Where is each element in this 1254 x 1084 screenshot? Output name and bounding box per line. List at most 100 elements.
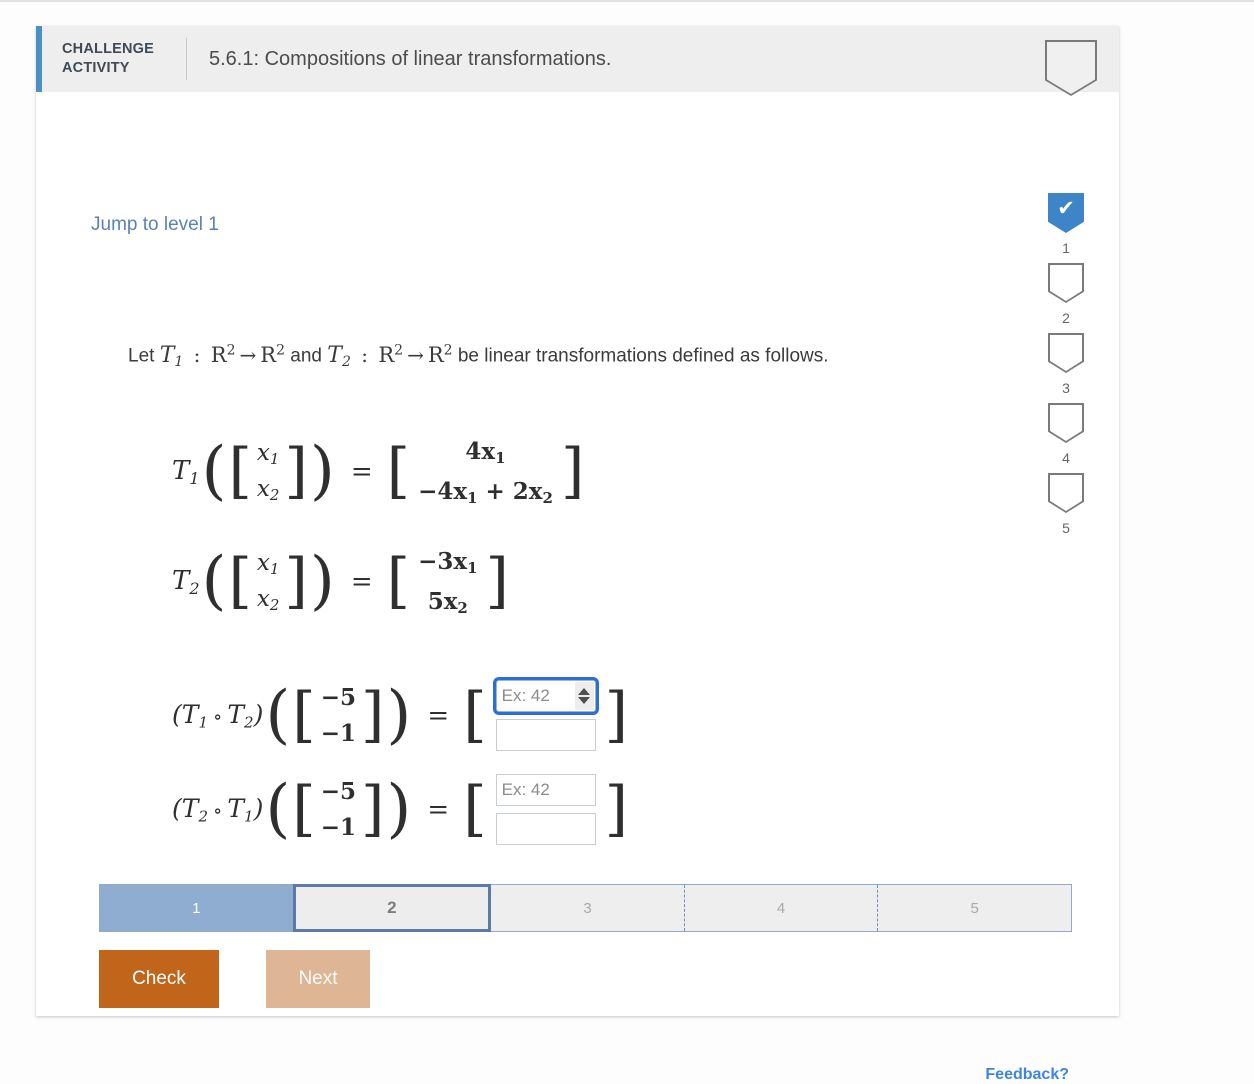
next-button[interactable]: Next (266, 950, 370, 1008)
composition-label: (T2 ∘ T1) (172, 793, 264, 826)
close-paren: ) (309, 433, 335, 508)
check-button[interactable]: Check (99, 950, 219, 1008)
shield-outline-icon (1048, 403, 1084, 443)
intro-codomain-1: R2 (260, 342, 285, 367)
answer-input-2-bottom[interactable] (495, 813, 596, 846)
vector-row: x2 (256, 585, 280, 614)
answer-input-2-top[interactable] (495, 774, 596, 807)
answer-field-1-top-wrapper (495, 680, 596, 713)
t2-argument-vector: x1 x2 (252, 546, 285, 617)
equals-sign: = (350, 566, 373, 597)
problem-statement: Let T1 : R2 → R2 and T2 : R2 → R2 be linear … (128, 342, 829, 370)
intro-arrow-1: → (239, 342, 257, 367)
progress-step-4[interactable]: 4 (683, 885, 878, 931)
level-number: 5 (1062, 520, 1070, 536)
progress-step-2[interactable]: 2 (292, 884, 492, 932)
shield-outline-icon (1045, 40, 1097, 96)
header-accent-bar (36, 26, 42, 92)
intro-colon-1: : (187, 342, 207, 367)
answer-field-1-bottom-wrapper (495, 719, 596, 752)
header-shield-badge (1045, 40, 1097, 96)
result-row: 5x2 (427, 587, 468, 617)
answer-field-2-bottom-wrapper (495, 813, 596, 846)
result-row: 4x1 (465, 438, 506, 468)
level-indicator-5: 5 (1048, 473, 1084, 536)
open-paren: ( (265, 677, 291, 752)
open-paren: ( (201, 433, 227, 508)
answer-inputs-row-1 (487, 680, 605, 752)
t1-argument-vector: x1 x2 (252, 436, 285, 507)
close-paren: ) (386, 771, 412, 846)
progress-step-5[interactable]: 5 (877, 885, 1071, 931)
header-divider (186, 38, 187, 80)
level-number: 2 (1062, 310, 1070, 326)
vector-row: x2 (256, 475, 280, 504)
level-number: 3 (1062, 380, 1070, 396)
level-rail: ✔ 1 2 3 4 5 (1031, 193, 1101, 543)
close-bracket: ] (284, 436, 308, 507)
open-bracket: [ (228, 436, 252, 507)
result-row: −4x1 + 2x2 (418, 477, 553, 507)
level-number: 4 (1062, 450, 1070, 466)
shield-outline-icon (1048, 333, 1084, 373)
intro-and: and (290, 345, 322, 367)
card-header: CHALLENGE ACTIVITY 5.6.1: Compositions o… (36, 26, 1119, 96)
intro-t2: T2 (327, 342, 351, 370)
close-bracket: ] (361, 774, 385, 845)
intro-colon-2: : (354, 342, 375, 367)
progress-step-1[interactable]: 1 (100, 885, 293, 931)
t2-name: T2 (172, 565, 200, 598)
composition-input-vector: −5 −1 (316, 774, 361, 845)
intro-lead: Let (128, 345, 155, 367)
level-indicator-1: ✔ 1 (1048, 193, 1084, 256)
transformation-definition-t2: T2 ( [ x1 x2 ] ) = [ −3x1 5x2 ] (172, 542, 509, 621)
open-bracket: [ (228, 546, 252, 617)
composition-row-t2-t1: (T2∘T1) ( [ −5 −1 ] ) = [ ] (172, 771, 629, 846)
check-icon: ✔ (1048, 193, 1084, 233)
composition-row-t1-t2: (T1 ∘ T2) ( [ −5 −1 ] ) = [Ex: 42] (172, 677, 629, 752)
open-paren: ( (201, 543, 227, 618)
vector-row: x1 (256, 440, 280, 469)
kicker-line-1: CHALLENGE (62, 40, 155, 57)
close-paren: ) (386, 677, 412, 752)
intro-domain-2: R2 (378, 342, 404, 367)
kicker-line-2: ACTIVITY (62, 60, 130, 76)
shield-outline-icon (1048, 473, 1084, 513)
equals-sign: = (427, 700, 450, 731)
level-indicator-3: 3 (1048, 333, 1084, 396)
close-bracket: ] (284, 546, 308, 617)
page-top-rule (0, 0, 1254, 2)
vector-row: −1 (320, 813, 356, 841)
result-row: −3x1 (418, 548, 478, 578)
spinner-down-arrow-icon[interactable] (578, 697, 591, 705)
open-bracket: [ (386, 546, 411, 617)
shield-outline-icon (1048, 263, 1084, 303)
jump-to-level-link[interactable]: Jump to level 1 (91, 214, 219, 236)
answer-inputs-row-2 (487, 774, 605, 846)
answer-field-2-top-wrapper (495, 774, 596, 807)
action-buttons: Check Next (99, 950, 370, 1008)
number-spinner-icon[interactable] (574, 682, 594, 711)
open-bracket: [ (463, 680, 487, 751)
level-indicator-4: 4 (1048, 403, 1084, 466)
composition-input-vector: −5 −1 (316, 680, 361, 751)
open-bracket: [ (463, 774, 487, 845)
close-bracket: ] (604, 680, 629, 751)
card-body: Jump to level 1 ✔ 1 2 3 4 5 Let T1: R2 … (36, 92, 1119, 1083)
t1-name: T1 (172, 455, 200, 488)
vector-row: −1 (320, 719, 356, 747)
spinner-up-arrow-icon[interactable] (578, 688, 591, 696)
close-bracket: ] (604, 774, 629, 845)
equals-sign: = (427, 794, 450, 825)
answer-input-1-bottom[interactable] (495, 719, 596, 752)
progress-step-3[interactable]: 3 (491, 885, 684, 931)
close-bracket: ] (560, 436, 585, 507)
equals-sign: = (350, 456, 373, 487)
intro-tail: be linear transformations defined as fol… (457, 345, 829, 367)
intro-arrow-2: → (407, 342, 424, 367)
progress-bar: 1 2 3 4 5 (99, 884, 1072, 932)
close-bracket: ] (485, 546, 509, 617)
t2-result-vector: −3x1 5x2 (410, 542, 485, 621)
feedback-link[interactable]: Feedback? (985, 1066, 1069, 1084)
activity-title: 5.6.1: Compositions of linear transforma… (209, 47, 612, 70)
